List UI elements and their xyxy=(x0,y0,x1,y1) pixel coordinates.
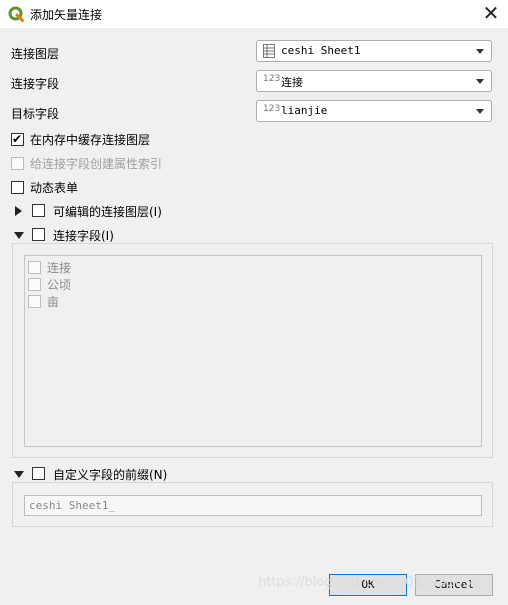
field-label: 连接 xyxy=(47,260,72,275)
prefix-input[interactable]: ceshi Sheet1_ xyxy=(24,495,482,516)
cache-in-memory-checkbox[interactable]: ✔ xyxy=(11,131,24,146)
joined-fields-list[interactable]: 连接 公顷 亩 xyxy=(24,255,482,447)
field-label: 公顷 xyxy=(47,277,72,292)
dynamic-form-label: 动态表单 xyxy=(30,180,79,195)
qgis-logo-icon xyxy=(8,6,24,22)
list-item[interactable]: 公顷 xyxy=(28,276,71,292)
chevron-down-icon xyxy=(476,109,484,114)
join-layer-label: 连接图层 xyxy=(11,47,60,61)
editable-layer-group-label: 可编辑的连接图层(I) xyxy=(53,205,162,219)
title-bar: 添加矢量连接 ✕ xyxy=(0,0,508,28)
chevron-down-icon xyxy=(476,49,484,54)
list-item[interactable]: 连接 xyxy=(28,259,71,275)
joined-fields-panel: 连接 公顷 亩 xyxy=(12,243,493,458)
collapse-arrow-icon[interactable] xyxy=(14,471,24,478)
custom-prefix-checkbox[interactable] xyxy=(32,467,45,480)
watermark: https://blog.csdn.net/u013481036 xyxy=(258,575,480,590)
join-field-select[interactable]: 123 连接 xyxy=(256,70,492,92)
target-field-select[interactable]: 123 lianjie xyxy=(256,100,492,122)
custom-prefix-group-label: 自定义字段的前缀(N) xyxy=(53,468,168,482)
list-item[interactable]: 亩 xyxy=(28,293,59,309)
dynamic-form-option[interactable]: 动态表单 xyxy=(11,179,78,195)
target-field-label: 目标字段 xyxy=(11,107,60,121)
field-checkbox[interactable] xyxy=(28,260,41,274)
numeric-field-icon: 123 xyxy=(263,104,281,114)
collapse-arrow-icon[interactable] xyxy=(14,232,24,239)
close-icon[interactable]: ✕ xyxy=(474,0,508,28)
create-index-checkbox xyxy=(11,156,24,170)
join-field-label: 连接字段 xyxy=(11,77,60,91)
join-field-value: 连接 xyxy=(281,76,303,89)
table-icon xyxy=(263,44,275,58)
numeric-field-icon: 123 xyxy=(263,74,281,84)
dynamic-form-checkbox[interactable] xyxy=(11,180,24,194)
expand-arrow-icon[interactable] xyxy=(15,206,22,216)
join-layer-value: ceshi Sheet1 xyxy=(281,44,361,57)
checkmark-icon: ✔ xyxy=(12,131,23,146)
window-title: 添加矢量连接 xyxy=(30,8,103,22)
field-checkbox[interactable] xyxy=(28,277,41,291)
custom-prefix-panel: ceshi Sheet1_ xyxy=(12,482,493,527)
joined-fields-group-label: 连接字段(I) xyxy=(53,229,114,243)
create-index-label: 给连接字段创建属性索引 xyxy=(30,156,163,171)
field-checkbox[interactable] xyxy=(28,294,41,308)
joined-fields-checkbox[interactable] xyxy=(32,228,45,241)
cache-in-memory-label: 在内存中缓存连接图层 xyxy=(30,132,151,147)
target-field-value: lianjie xyxy=(281,104,328,117)
editable-layer-checkbox[interactable] xyxy=(32,204,45,217)
cache-in-memory-option[interactable]: ✔ 在内存中缓存连接图层 xyxy=(11,131,150,147)
field-label: 亩 xyxy=(47,294,60,309)
chevron-down-icon xyxy=(476,79,484,84)
join-layer-select[interactable]: ceshi Sheet1 xyxy=(256,40,492,62)
create-index-option: 给连接字段创建属性索引 xyxy=(11,155,162,171)
